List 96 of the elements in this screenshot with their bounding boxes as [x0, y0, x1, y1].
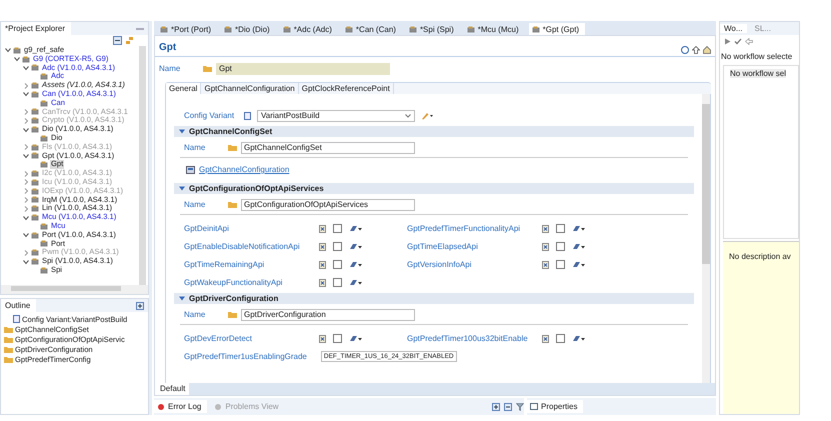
page-tab[interactable]: GptClockReferencePoint — [298, 83, 394, 94]
field-label: Config Variant — [184, 111, 236, 120]
collapse-arrow-icon[interactable] — [179, 129, 185, 134]
name-field[interactable]: GptChannelConfigSet — [241, 142, 415, 154]
checkbox[interactable] — [333, 334, 342, 343]
view-tab[interactable]: Properties — [527, 400, 584, 413]
module-icon — [466, 26, 475, 32]
variant-dropdown[interactable]: VariantPostBuild — [257, 110, 415, 122]
name-field[interactable]: Gpt — [216, 62, 390, 74]
collapse-all-icon[interactable] — [504, 402, 512, 410]
name-field[interactable]: GptConfigurationOfOptApiServices — [241, 198, 415, 210]
parameter-label[interactable]: GptPredefTimer100us32bitEnable — [407, 334, 535, 343]
module-icon — [282, 26, 291, 32]
page-tab[interactable]: General — [166, 83, 202, 94]
checkbox[interactable] — [556, 224, 565, 233]
project-icon — [13, 46, 21, 54]
collapse-all-icon[interactable] — [113, 36, 122, 45]
home-icon[interactable] — [703, 46, 711, 54]
collapse-arrow-icon[interactable] — [179, 296, 185, 301]
page-tab[interactable]: Default — [156, 383, 190, 395]
parameter-label[interactable]: GptPredefTimerFunctionalityApi — [407, 224, 535, 233]
folder-icon — [203, 65, 212, 72]
document-icon — [244, 112, 251, 120]
checkbox[interactable] — [556, 334, 565, 343]
section-title: GptDriverConfiguration — [189, 294, 278, 303]
up-arrow-icon[interactable] — [692, 46, 700, 54]
editor-tab[interactable]: *Dio (Dio) — [221, 23, 276, 35]
scrollbar-thumb[interactable] — [11, 286, 121, 291]
page-tab[interactable]: GptChannelConfiguration — [201, 83, 299, 94]
section-header[interactable]: GptConfigurationOfOptApiServices — [174, 183, 694, 194]
help-icon[interactable] — [681, 46, 689, 54]
module-icon — [344, 26, 353, 32]
folder-icon — [228, 311, 237, 318]
checkbox[interactable] — [556, 260, 565, 269]
editor-tab[interactable]: *Gpt (Gpt) — [528, 23, 586, 35]
check-icon[interactable] — [734, 38, 742, 45]
expand-all-icon[interactable] — [492, 402, 500, 410]
play-icon[interactable] — [724, 38, 731, 45]
parameter-label[interactable]: GptVersionInfoApi — [407, 260, 535, 269]
editor-tab[interactable]: *Port (Port) — [157, 23, 218, 35]
section-header[interactable]: GptDriverConfiguration — [174, 293, 694, 304]
view-tab[interactable]: Error Log — [154, 400, 208, 413]
module-icon — [40, 161, 48, 168]
problems-icon — [214, 402, 222, 410]
pencil-icon[interactable] — [421, 112, 433, 120]
view-tab[interactable]: Wo... — [720, 24, 747, 33]
field-label: Name — [184, 200, 206, 209]
link[interactable]: GptChannelConfiguration — [199, 165, 290, 174]
collapse-arrow-icon[interactable] — [179, 186, 185, 191]
document-icon — [13, 315, 20, 323]
table-icon — [186, 166, 195, 174]
parameter-label[interactable]: GptWakeupFunctionalityApi — [184, 278, 312, 287]
module-icon — [160, 26, 168, 32]
editor-title: Gpt — [159, 42, 176, 52]
module-icon — [532, 26, 540, 32]
parameter-label[interactable]: GptTimeRemainingApi — [184, 260, 312, 269]
module-icon — [408, 26, 417, 32]
module-icon — [31, 117, 39, 124]
section-title: GptConfigurationOfOptApiServices — [189, 184, 324, 193]
section-title: GptChannelConfigSet — [189, 127, 272, 136]
editor-tab[interactable]: *Adc (Adc) — [280, 23, 338, 35]
editor-tab[interactable]: *Mcu (Mcu) — [464, 23, 525, 35]
back-arrow-icon[interactable] — [745, 38, 753, 45]
editor-tab[interactable]: *Can (Can) — [342, 23, 402, 35]
parameter-label[interactable]: GptPredefTimer1usEnablingGrade — [184, 352, 307, 361]
folder-icon — [228, 201, 237, 208]
filter-icon[interactable] — [516, 402, 524, 410]
parameter-label[interactable]: GptDeinitApi — [184, 224, 312, 233]
folder-icon — [228, 144, 237, 151]
description-text: No description av — [729, 252, 791, 261]
checkbox[interactable] — [556, 242, 565, 251]
scrollbar-thumb[interactable] — [702, 104, 710, 264]
parameter-label[interactable]: GptTimeElapsedApi — [407, 242, 535, 251]
view-tab[interactable]: Outline — [1, 299, 36, 312]
field-label: Name — [184, 143, 206, 152]
parameter-label[interactable]: GptDevErrorDetect — [184, 334, 312, 343]
module-icon — [40, 73, 48, 80]
editor-tab[interactable]: *Spi (Spi) — [406, 23, 460, 35]
module-icon — [31, 205, 39, 212]
module-icon — [31, 249, 39, 256]
checkbox[interactable] — [333, 224, 342, 233]
expand-all-icon[interactable] — [136, 302, 144, 310]
list-item[interactable]: No workflow sel — [730, 69, 786, 78]
field-label: Name — [159, 64, 182, 73]
checkbox[interactable] — [333, 260, 342, 269]
parameter-label[interactable]: GptEnableDisableNotificationApi — [184, 242, 312, 251]
checkbox[interactable] — [333, 242, 342, 251]
name-field[interactable]: GptDriverConfiguration — [241, 308, 415, 320]
section-header[interactable]: GptChannelConfigSet — [174, 126, 694, 137]
checkbox[interactable] — [333, 278, 342, 287]
status-text: No workflow selecte — [720, 51, 794, 63]
field-label: Name — [184, 310, 206, 319]
error-icon — [157, 402, 165, 410]
module-icon — [224, 26, 232, 32]
view-tab[interactable]: *Project Explorer — [1, 22, 72, 35]
window-icon — [530, 403, 538, 410]
